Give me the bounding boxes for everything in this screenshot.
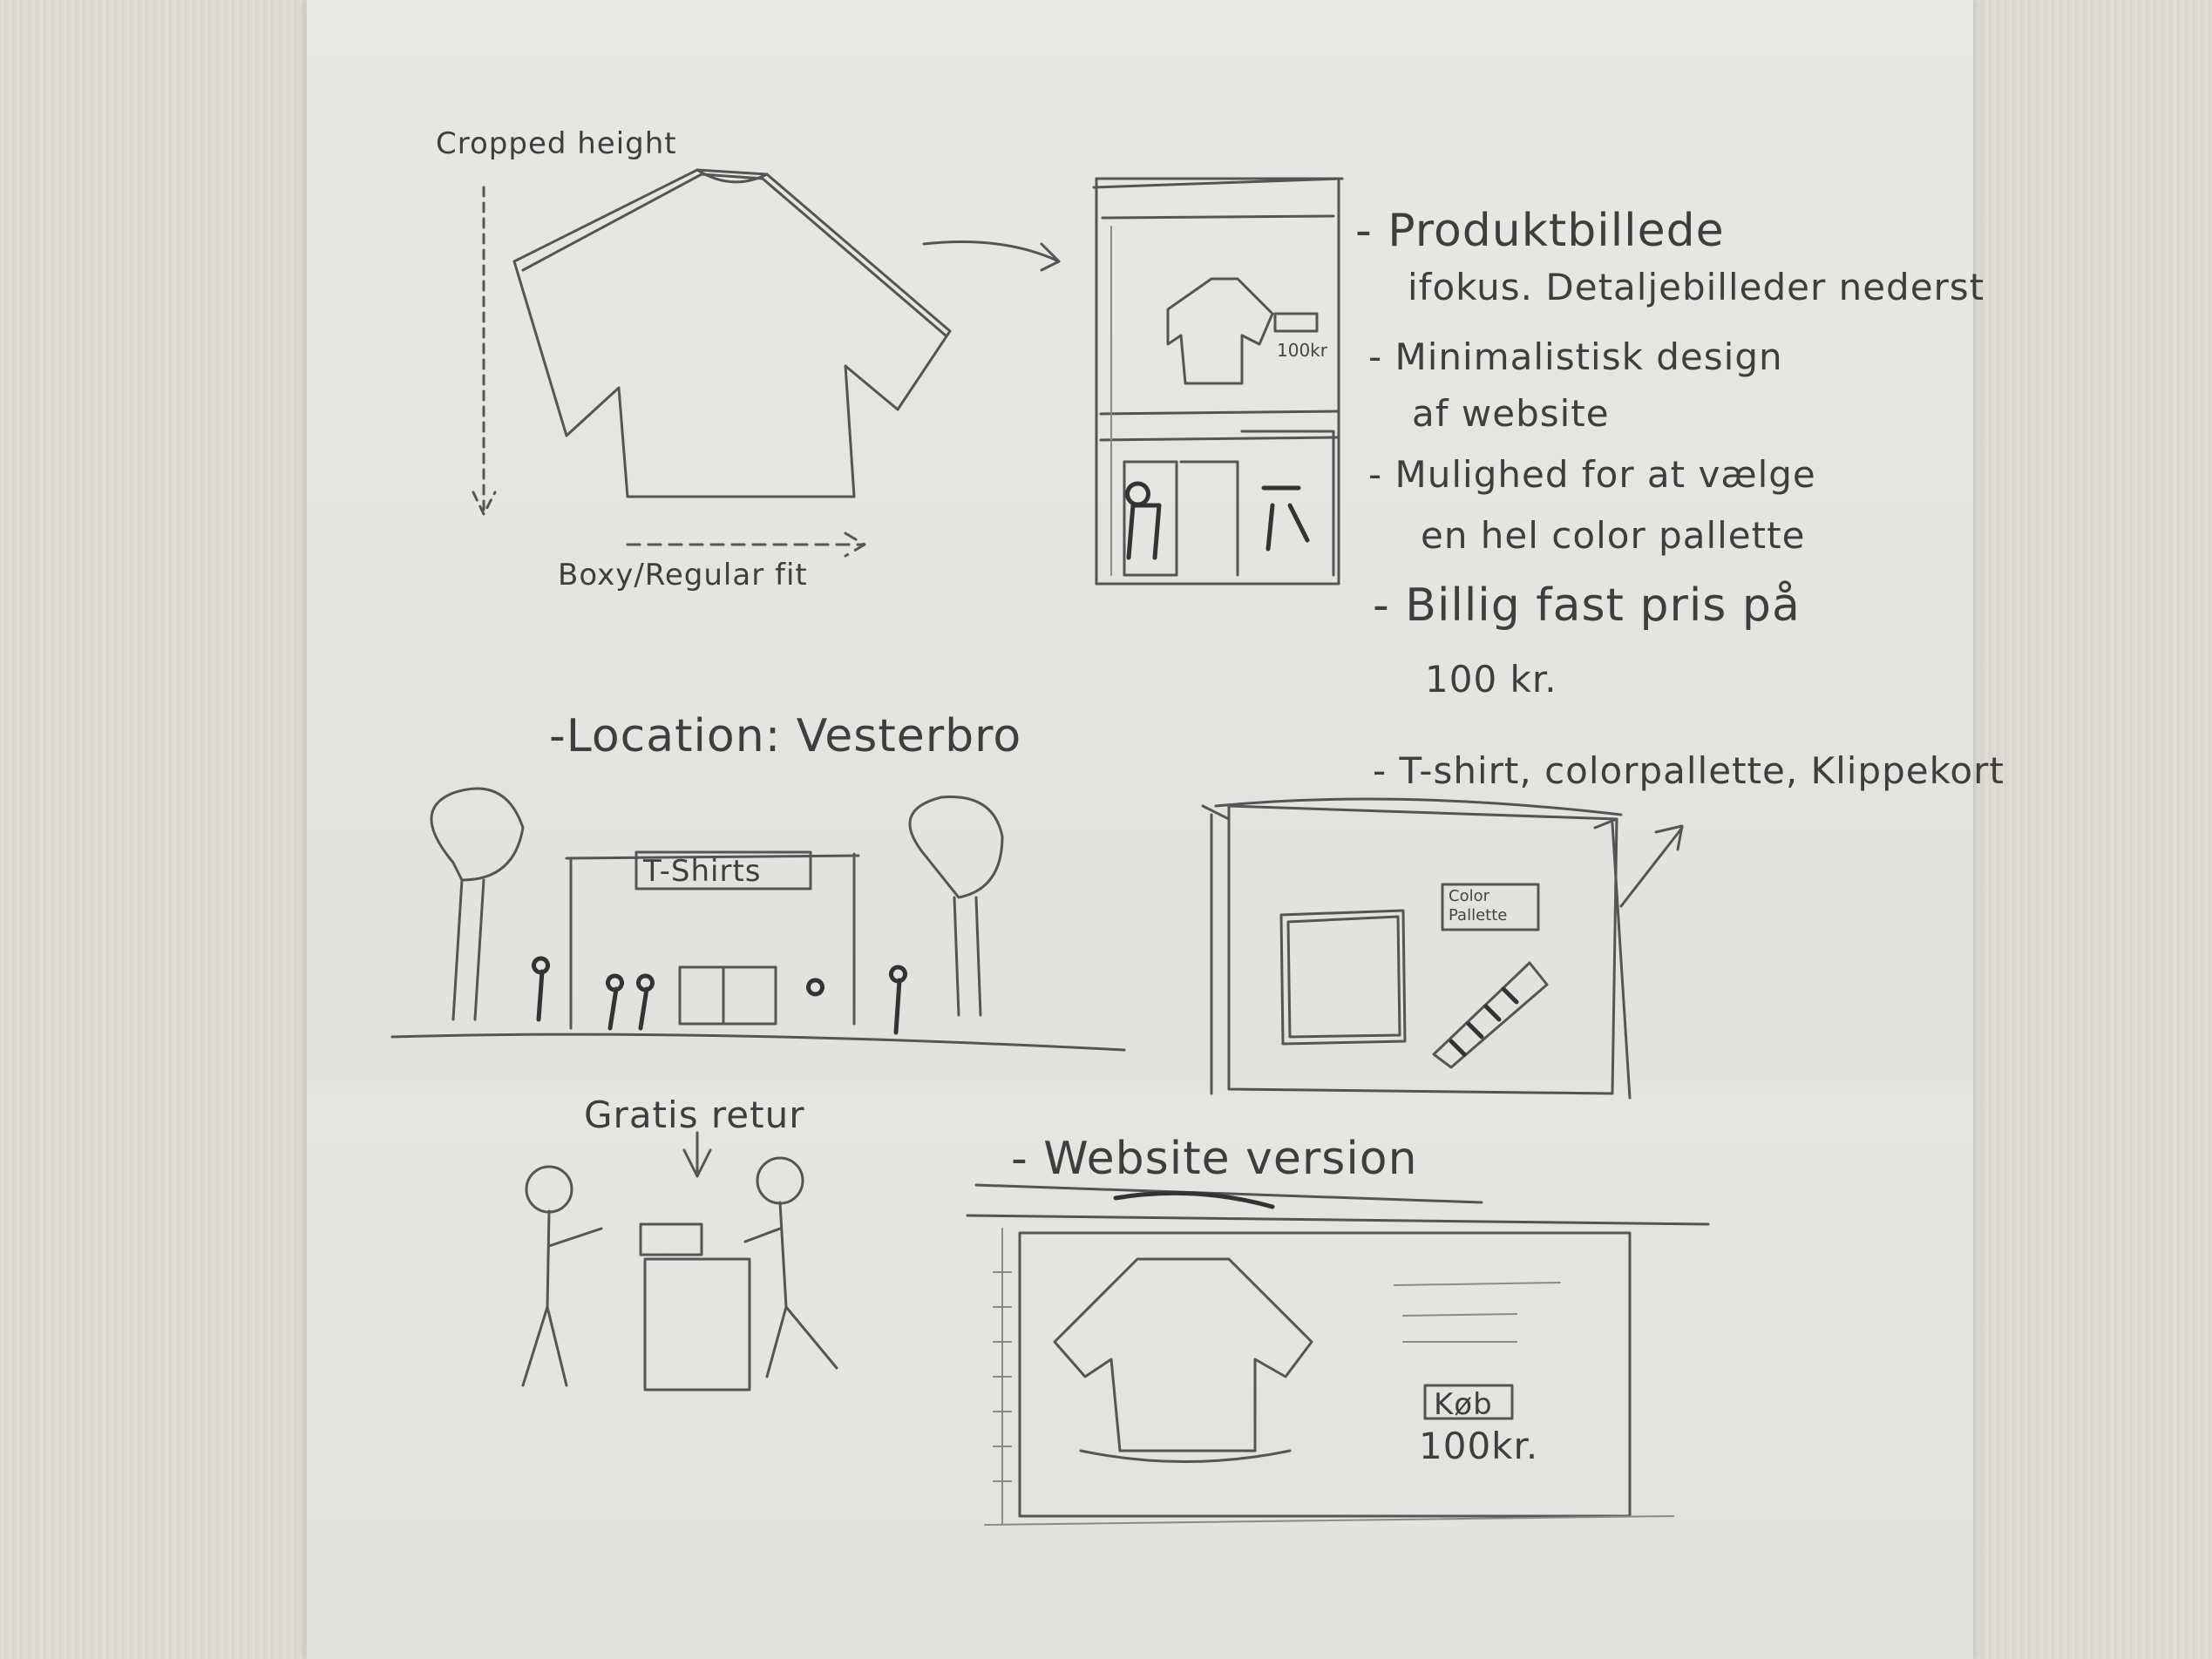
width-arrow <box>626 532 866 558</box>
note-2-line-2: af website <box>1412 392 1610 435</box>
website-price-label: 100kr. <box>1419 1425 1539 1467</box>
package-drawing <box>1201 797 1684 1100</box>
color-pallette-box-label: Color Pallette <box>1449 887 1508 924</box>
location-label: -Location: Vesterbro <box>549 710 1022 762</box>
mobile-price-label: 100kr <box>1277 340 1327 361</box>
storefront-drawing <box>390 787 1126 1052</box>
gratis-retur-label: Gratis retur <box>584 1094 805 1136</box>
note-5-line-1: - T-shirt, colorpallette, Klippekort <box>1373 749 2005 792</box>
height-arrow <box>472 186 497 516</box>
website-version-label: - Website version <box>1011 1133 1418 1185</box>
boxy-fit-label: Boxy/Regular fit <box>558 558 808 592</box>
tshirt-drawing <box>512 168 952 498</box>
cropped-height-label: Cropped height <box>436 126 677 161</box>
note-3-line-2: en hel color pallette <box>1421 514 1806 557</box>
note-1-line-1: - Produktbillede <box>1355 205 1725 257</box>
website-wireframe <box>966 1183 1710 1526</box>
note-3-line-1: - Mulighed for at vælge <box>1368 453 1816 496</box>
tshirts-sign-label: T-Shirts <box>643 854 762 889</box>
note-4-line-1: - Billig fast pris på <box>1373 579 1801 632</box>
mobile-wireframe <box>1092 177 1344 586</box>
website-buy-button-label: Køb <box>1434 1387 1493 1422</box>
note-4-line-2: 100 kr. <box>1425 658 1557 701</box>
note-2-line-1: - Minimalistisk design <box>1368 335 1783 378</box>
curved-arrow <box>922 240 1061 272</box>
note-1-line-2: ifokus. Detaljebilleder nederst <box>1408 266 1985 308</box>
return-drawing <box>521 1131 838 1392</box>
pencil-drawings <box>390 168 1710 1526</box>
